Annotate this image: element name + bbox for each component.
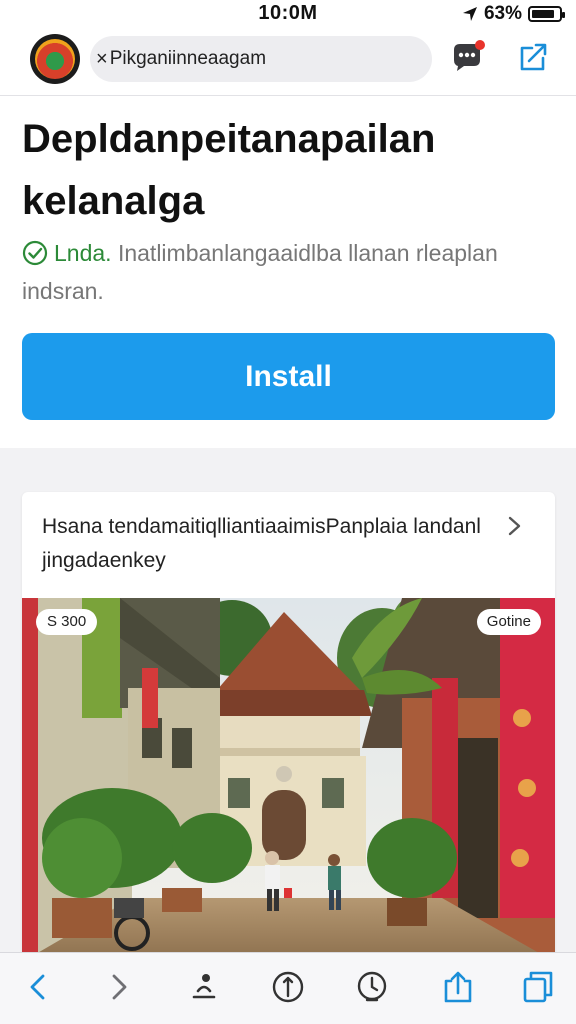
chevron-right-icon[interactable] bbox=[505, 514, 529, 538]
verified-description: Lnda. Inatlimbanlangaaidlba llanan rleap… bbox=[22, 234, 562, 310]
card-heading: Hsana tendamaitiqlliantiaaimisPanplaia l… bbox=[42, 515, 481, 572]
village-photo[interactable] bbox=[22, 598, 555, 962]
battery-icon bbox=[528, 6, 565, 22]
info-badge: Gotine bbox=[476, 609, 541, 635]
install-button[interactable]: Install bbox=[22, 333, 555, 420]
back-icon[interactable] bbox=[20, 969, 56, 1005]
location-arrow-icon bbox=[462, 7, 477, 21]
chat-notification-icon[interactable] bbox=[450, 40, 486, 74]
app-header-card: Depldanpeitanapailan kelanalga Lnda. Ina… bbox=[0, 96, 576, 448]
browser-toolbar bbox=[0, 952, 576, 1024]
price-badge: S 300 bbox=[36, 609, 98, 635]
browser-address-bar: × Pikganiinneaagam bbox=[0, 28, 576, 96]
person-icon[interactable] bbox=[186, 969, 222, 1005]
site-logo-icon[interactable] bbox=[30, 34, 80, 84]
status-bar: 10:0M 63% bbox=[0, 0, 576, 28]
status-right: 63% bbox=[462, 3, 565, 25]
compass-icon[interactable] bbox=[270, 969, 306, 1005]
tabs-icon[interactable] bbox=[520, 969, 556, 1005]
page-title: Depldanpeitanapailan kelanalga bbox=[22, 117, 436, 223]
share-icon[interactable] bbox=[440, 969, 476, 1005]
verified-word: Lnda. bbox=[54, 240, 112, 266]
url-field[interactable]: × Pikganiinneaagam bbox=[90, 36, 432, 82]
url-text: Pikganiinneaagam bbox=[109, 48, 267, 69]
history-icon[interactable] bbox=[355, 969, 391, 1005]
close-icon[interactable]: × bbox=[96, 48, 108, 71]
check-circle-icon bbox=[22, 240, 48, 266]
battery-percent: 63% bbox=[483, 3, 522, 24]
listing-card[interactable]: Hsana tendamaitiqlliantiaaimisPanplaia l… bbox=[22, 492, 555, 962]
edit-share-icon[interactable] bbox=[516, 40, 550, 74]
forward-icon[interactable] bbox=[101, 969, 137, 1005]
